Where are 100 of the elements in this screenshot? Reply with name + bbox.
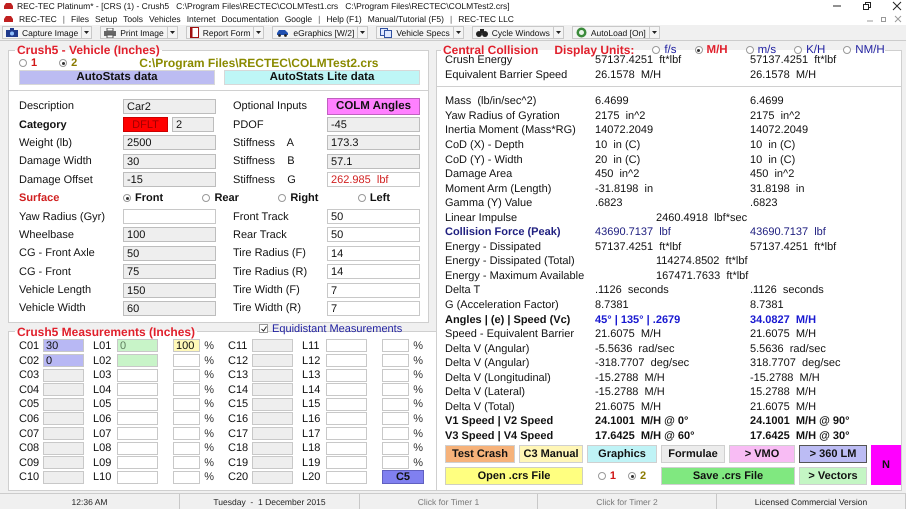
input-field[interactable]: -45 bbox=[327, 117, 420, 132]
percent-field[interactable] bbox=[173, 368, 200, 382]
input-field[interactable]: 50 bbox=[123, 246, 216, 261]
length-field[interactable] bbox=[326, 427, 367, 440]
percent-field[interactable] bbox=[173, 427, 200, 440]
input-field[interactable]: 75 bbox=[123, 264, 216, 280]
toolbar-button[interactable]: Cycle Windows bbox=[472, 26, 554, 39]
input-field[interactable]: 2 bbox=[172, 117, 214, 132]
radio-option[interactable]: NM/H bbox=[843, 44, 885, 56]
menu-item[interactable]: Tools bbox=[123, 14, 144, 24]
percent-field[interactable] bbox=[382, 427, 409, 440]
radio-option[interactable]: Right bbox=[278, 192, 318, 204]
percent-field[interactable] bbox=[173, 456, 200, 470]
percent-field[interactable] bbox=[173, 383, 200, 396]
save-file-button[interactable]: Save .crs File bbox=[661, 467, 795, 486]
colm-angles-button[interactable]: COLM Angles bbox=[327, 98, 420, 115]
vectors-button[interactable]: > Vectors bbox=[799, 467, 867, 486]
input-field[interactable]: 60 bbox=[123, 300, 216, 316]
crush-field[interactable] bbox=[252, 383, 293, 396]
percent-field[interactable] bbox=[382, 412, 409, 426]
radio-option[interactable]: Front bbox=[123, 192, 164, 204]
input-field[interactable]: 262.985 lbf bbox=[327, 172, 420, 188]
length-field[interactable] bbox=[326, 339, 367, 352]
crush-field[interactable] bbox=[252, 442, 293, 455]
action-button[interactable]: Graphics bbox=[587, 445, 657, 464]
menu-item[interactable]: Setup bbox=[94, 14, 118, 24]
input-field[interactable]: 150 bbox=[123, 282, 216, 298]
length-field[interactable] bbox=[117, 368, 158, 382]
input-field[interactable]: Car2 bbox=[123, 98, 216, 114]
length-field[interactable] bbox=[326, 354, 367, 368]
input-field[interactable]: 14 bbox=[327, 246, 420, 261]
equidistant-checkbox[interactable]: Equidistant Measurements bbox=[259, 322, 402, 335]
radio-option[interactable]: Left bbox=[358, 192, 390, 204]
input-field[interactable]: 50 bbox=[327, 209, 420, 224]
radio-option[interactable]: 1 bbox=[598, 470, 616, 482]
toolbar-button[interactable]: Report Form bbox=[186, 26, 254, 39]
percent-field[interactable] bbox=[382, 339, 409, 352]
percent-field[interactable] bbox=[173, 470, 200, 484]
radio-option[interactable]: m/s bbox=[746, 44, 776, 56]
toolbar-button[interactable]: Vehicle Specs bbox=[376, 26, 454, 39]
length-field[interactable] bbox=[117, 427, 158, 440]
length-field[interactable] bbox=[117, 383, 158, 396]
menu-item[interactable]: REC-TEC bbox=[19, 14, 57, 24]
percent-field[interactable] bbox=[173, 412, 200, 426]
radio-option[interactable]: 1 bbox=[19, 57, 38, 69]
percent-field[interactable] bbox=[382, 456, 409, 470]
length-field[interactable] bbox=[117, 398, 158, 411]
length-field[interactable] bbox=[326, 470, 367, 484]
status-text[interactable]: Click for Timer 1 bbox=[360, 494, 538, 509]
length-field[interactable] bbox=[326, 368, 367, 382]
input-field[interactable]: -15 bbox=[123, 172, 216, 188]
n-button[interactable]: N bbox=[871, 445, 901, 486]
radio-option[interactable]: M/H bbox=[694, 44, 728, 56]
toolbar-button[interactable]: AutoLoad [On] bbox=[572, 26, 650, 39]
crush-field[interactable] bbox=[252, 456, 293, 470]
crush-field[interactable] bbox=[252, 368, 293, 382]
radio-option[interactable]: f/s bbox=[652, 44, 676, 56]
length-field[interactable] bbox=[117, 412, 158, 426]
menu-item[interactable]: Vehicles bbox=[149, 14, 181, 24]
action-button[interactable]: > VMO bbox=[729, 445, 795, 464]
crush-field[interactable] bbox=[43, 368, 84, 382]
dropdown-button[interactable] bbox=[454, 26, 464, 39]
input-field[interactable]: 2500 bbox=[123, 135, 216, 150]
input-field[interactable]: 173.3 bbox=[327, 135, 420, 150]
radio-option[interactable]: 2 bbox=[59, 57, 78, 69]
crush-field[interactable] bbox=[43, 456, 84, 470]
toolbar-button[interactable]: Capture Image bbox=[2, 26, 82, 39]
radio-option[interactable]: 2 bbox=[628, 470, 646, 482]
length-field[interactable] bbox=[117, 442, 158, 455]
crush-field[interactable] bbox=[43, 427, 84, 440]
data-button[interactable]: AutoStats data bbox=[19, 70, 215, 84]
crush-field[interactable] bbox=[252, 339, 293, 352]
input-field[interactable]: 100 bbox=[123, 227, 216, 242]
dropdown-button[interactable] bbox=[554, 26, 564, 39]
length-field[interactable] bbox=[117, 354, 158, 368]
radio-option[interactable]: Rear bbox=[202, 192, 239, 204]
c5-button[interactable]: C5 bbox=[382, 470, 424, 484]
crush-field[interactable] bbox=[43, 412, 84, 426]
length-field[interactable] bbox=[326, 442, 367, 455]
input-field[interactable]: 7 bbox=[327, 300, 420, 316]
percent-field[interactable] bbox=[382, 368, 409, 382]
menu-item[interactable]: Documentation bbox=[222, 14, 279, 24]
percent-field[interactable] bbox=[382, 383, 409, 396]
input-field[interactable]: 7 bbox=[327, 282, 420, 298]
crush-field[interactable]: 30 bbox=[43, 339, 84, 352]
length-field[interactable] bbox=[117, 470, 158, 484]
action-button[interactable]: C3 Manual bbox=[519, 445, 583, 464]
action-button[interactable]: Test Crash bbox=[445, 445, 515, 464]
radio-option[interactable]: K/H bbox=[794, 44, 826, 56]
crush-field[interactable] bbox=[252, 398, 293, 411]
toolbar-button[interactable]: eGraphics [W/2] bbox=[272, 26, 358, 39]
dropdown-button[interactable] bbox=[358, 26, 368, 39]
percent-field[interactable] bbox=[382, 354, 409, 368]
input-field[interactable]: 57.1 bbox=[327, 154, 420, 169]
dropdown-button[interactable] bbox=[650, 26, 660, 39]
percent-field[interactable] bbox=[382, 442, 409, 455]
dropdown-button[interactable] bbox=[168, 26, 178, 39]
input-field[interactable]: 30 bbox=[123, 154, 216, 169]
length-field[interactable] bbox=[326, 383, 367, 396]
percent-field[interactable] bbox=[173, 398, 200, 411]
